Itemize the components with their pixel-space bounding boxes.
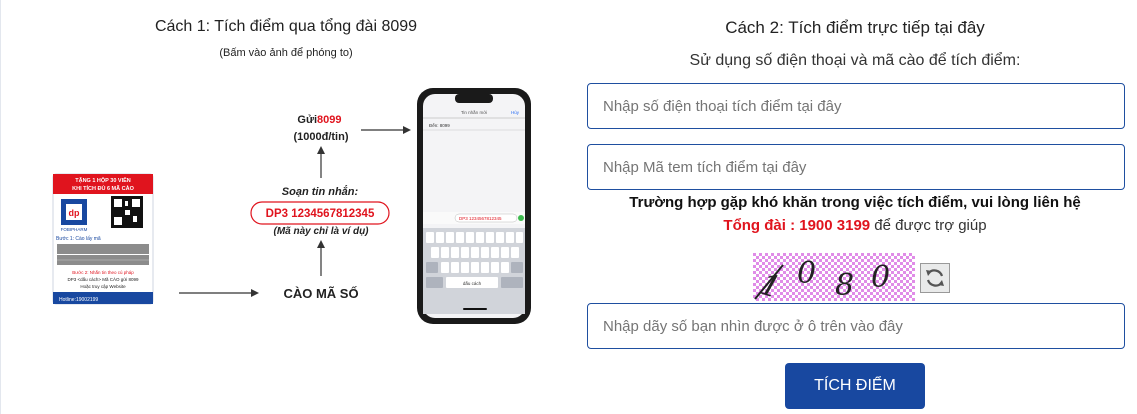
svg-text:Hủy: Hủy xyxy=(511,109,520,115)
svg-text:DP3 <dấu cách> Mã CÀO gửi 8099: DP3 <dấu cách> Mã CÀO gửi 8099 xyxy=(67,276,139,282)
compose-label: Soạn tin nhắn: xyxy=(282,185,359,198)
hotline-label: Tổng đài : 1900 3199 xyxy=(723,217,871,234)
help-text: Trường hợp gặp khó khăn trong việc tích … xyxy=(629,194,1081,211)
help-suffix: để được trợ giúp xyxy=(870,217,987,234)
card-line1: TẶNG 1 HỘP 30 VIÊN xyxy=(75,176,131,184)
method1-title: Cách 1: Tích điểm qua tổng đài 8099 xyxy=(154,18,418,35)
svg-text:0: 0 xyxy=(797,256,816,291)
svg-text:dp: dp xyxy=(69,208,80,218)
card-brand: FOBIPHARM xyxy=(61,227,88,232)
svg-text:Đến: 8099: Đến: 8099 xyxy=(429,123,450,128)
scratch-label: CÀO MÃ SỐ xyxy=(283,286,358,301)
refresh-icon xyxy=(926,269,944,287)
submit-points-button[interactable]: TÍCH ĐIỂM xyxy=(785,363,925,409)
phone-header: Tin nhắn mới xyxy=(461,109,487,115)
refresh-captcha-button[interactable] xyxy=(920,263,950,293)
send-number: 8099 xyxy=(317,114,341,126)
phone-illustration: Tin nhắn mới Hủy Đến: 8099 DP3 123456781… xyxy=(417,88,531,324)
method2-title: Cách 2: Tích điểm trực tiếp tại đây xyxy=(725,18,985,37)
price: (1000đ/tin) xyxy=(293,131,348,143)
svg-text:0: 0 xyxy=(871,260,890,295)
method2-subtitle: Sử dụng số điện thoại và mã cào để tích … xyxy=(689,52,1021,69)
svg-text:8: 8 xyxy=(835,268,854,301)
card-step1: Bước 1: Cào lấy mã xyxy=(56,236,101,242)
captcha-input[interactable] xyxy=(587,303,1125,349)
stamp-code-input[interactable] xyxy=(587,144,1125,190)
svg-text:dấu cách: dấu cách xyxy=(463,281,482,286)
card-hotline: Hotline:19002199 xyxy=(59,297,98,303)
phone-number-input[interactable] xyxy=(587,83,1125,129)
svg-text:DP3 1234567812345: DP3 1234567812345 xyxy=(459,216,502,221)
method1-subtitle: (Bấm vào ảnh để phóng to) xyxy=(219,47,353,59)
example-note: (Mã này chỉ là ví dụ) xyxy=(273,226,369,237)
card-line2: KHI TÍCH ĐỦ 6 MÃ CÀO xyxy=(72,184,134,192)
send-prefix: Gửi xyxy=(297,114,317,126)
sms-example: DP3 1234567812345 xyxy=(266,208,375,220)
sms-guide-image[interactable]: TẶNG 1 HỘP 30 VIÊN KHI TÍCH ĐỦ 6 MÃ CÀO … xyxy=(41,82,551,332)
hotline-line: Tổng đài : 1900 3199 để được trợ giúp xyxy=(586,217,1124,234)
scratch-card-illustration: TẶNG 1 HỘP 30 VIÊN KHI TÍCH ĐỦ 6 MÃ CÀO … xyxy=(52,173,154,305)
svg-text:Bước 2: Nhắn tin theo cú pháp: Bước 2: Nhắn tin theo cú pháp xyxy=(72,269,134,275)
svg-text:Hoặc truy cập Website: Hoặc truy cập Website xyxy=(80,284,126,289)
captcha-image: 1 0 8 0 xyxy=(753,253,915,301)
